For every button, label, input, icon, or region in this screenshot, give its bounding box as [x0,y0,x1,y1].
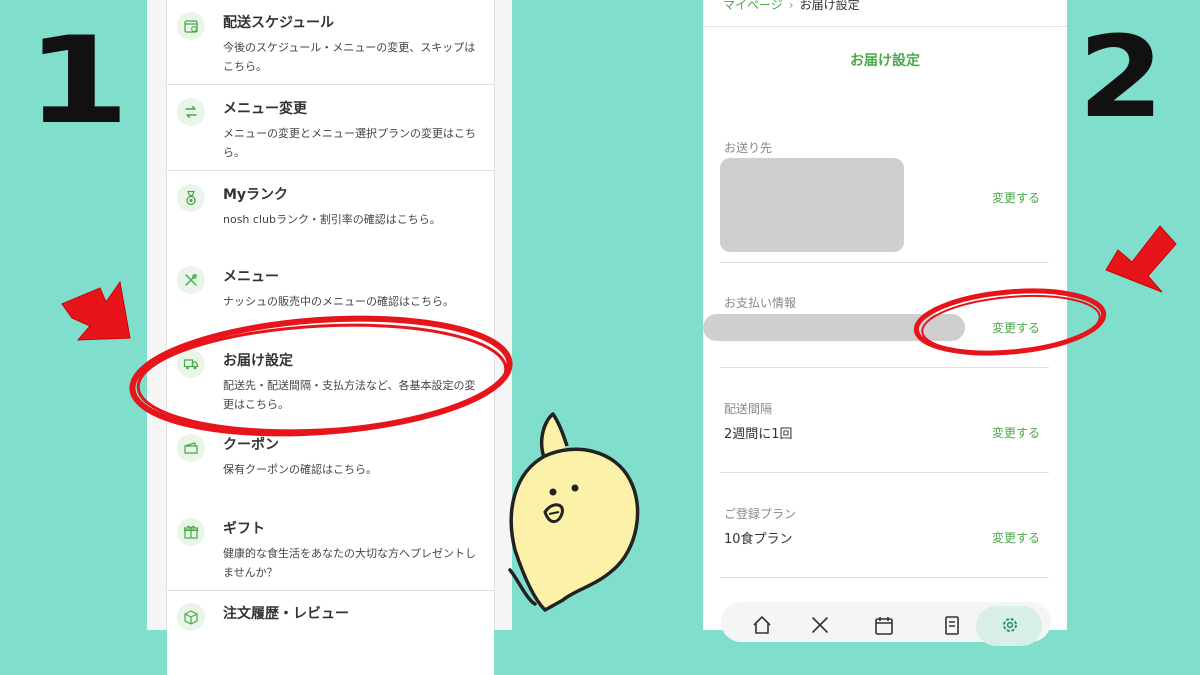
field-divider [720,472,1049,473]
step-number-2: 2 [1078,13,1164,143]
medal-icon [177,184,205,212]
menu-item-coupon[interactable]: クーポン 保有クーポンの確認はこちら。 [167,422,494,507]
field-value-delivery-interval: 2週間に1回 [724,427,793,442]
cutlery-icon [177,266,205,294]
menu-item-title: 配送スケジュール [223,15,335,31]
menu-item-description: ナッシュの販売中のメニューの確認はこちら。 [223,295,454,308]
bottom-navigation [721,602,1051,646]
breadcrumb: マイページ › お届け設定 [723,0,860,13]
gear-icon[interactable] [999,614,1021,640]
field-divider [720,577,1049,578]
cutlery-icon[interactable] [809,614,831,640]
red-arrow-left [61,280,131,341]
delivery-truck-icon [177,350,205,378]
field-divider [720,262,1049,263]
menu-item-description: 今後のスケジュール・メニューの変更、スキップはこちら。 [223,41,476,73]
breadcrumb-home-link[interactable]: マイページ [723,0,783,12]
page-title: お届け設定 [850,53,920,69]
menu-item-description: 健康的な食生活をあなたの大切な方へプレゼントしませんか？ [223,547,476,579]
chick-character-illustration [508,412,640,612]
field-label-payment: お支払い情報 [724,296,797,310]
change-plan-link[interactable]: 変更する [992,529,1040,546]
breadcrumb-current: お届け設定 [799,0,860,12]
calendar-icon[interactable] [873,614,895,640]
change-payment-link[interactable]: 変更する [992,319,1040,336]
menu-list: 配送スケジュール 今後のスケジュール・メニューの変更、スキップはこちら。 メニュ… [166,0,495,675]
menu-item-description: メニューの変更とメニュー選択プランの変更はこちら。 [223,127,476,159]
field-label-shipping-address: お送り先 [724,141,773,155]
home-icon[interactable] [751,614,773,640]
menu-item-description: 保有クーポンの確認はこちら。 [223,463,377,476]
redacted-payment-info [703,314,965,341]
menu-item-title: メニュー変更 [223,101,307,117]
menu-item-description: nosh clubランク・割引率の確認はこちら。 [223,213,441,226]
step-number-1: 1 [25,12,130,151]
mypage-menu-screen: 配送スケジュール 今後のスケジュール・メニューの変更、スキップはこちら。 メニュ… [147,0,512,675]
change-delivery-interval-link[interactable]: 変更する [992,424,1040,441]
menu-item-delivery-schedule[interactable]: 配送スケジュール 今後のスケジュール・メニューの変更、スキップはこちら。 [167,0,494,85]
delivery-settings-screen: マイページ › お届け設定 お届け設定 お送り先 変更する お支払い情報 変更する … [703,0,1067,646]
box-icon [177,603,205,631]
menu-item-menu-change[interactable]: メニュー変更 メニューの変更とメニュー選択プランの変更はこちら。 [167,86,494,171]
menu-item-delivery-settings[interactable]: お届け設定 配送先・配送間隔・支払方法など、各基本設定の変更はこちら。 [167,338,494,423]
menu-item-my-rank[interactable]: Myランク nosh clubランク・割引率の確認はこちら。 [167,172,494,257]
menu-item-title: お届け設定 [223,353,293,369]
gift-icon [177,518,205,546]
menu-item-title: クーポン [223,437,279,453]
menu-item-menu[interactable]: メニュー ナッシュの販売中のメニューの確認はこちら。 [167,254,494,339]
menu-item-order-history[interactable]: 注文履歴・レビュー [167,591,494,675]
field-value-plan: 10食プラン [724,532,793,547]
redacted-address [720,158,904,252]
document-icon[interactable] [941,614,963,640]
menu-item-title: メニュー [223,269,279,285]
header-divider [703,26,1067,27]
breadcrumb-separator: › [788,0,794,12]
change-shipping-address-link[interactable]: 変更する [992,189,1040,206]
swap-icon [177,98,205,126]
menu-item-title: Myランク [223,187,289,203]
menu-item-title: ギフト [223,521,265,537]
field-label-plan: ご登録プラン [724,507,797,521]
coupon-icon [177,434,205,462]
menu-item-description: 配送先・配送間隔・支払方法など、各基本設定の変更はこちら。 [223,379,476,411]
red-arrow-right [1105,225,1177,293]
menu-item-gift[interactable]: ギフト 健康的な食生活をあなたの大切な方へプレゼントしませんか？ [167,506,494,591]
field-label-delivery-interval: 配送間隔 [724,402,773,416]
field-divider [720,367,1049,368]
calendar-icon [177,12,205,40]
menu-item-title: 注文履歴・レビュー [223,606,349,622]
